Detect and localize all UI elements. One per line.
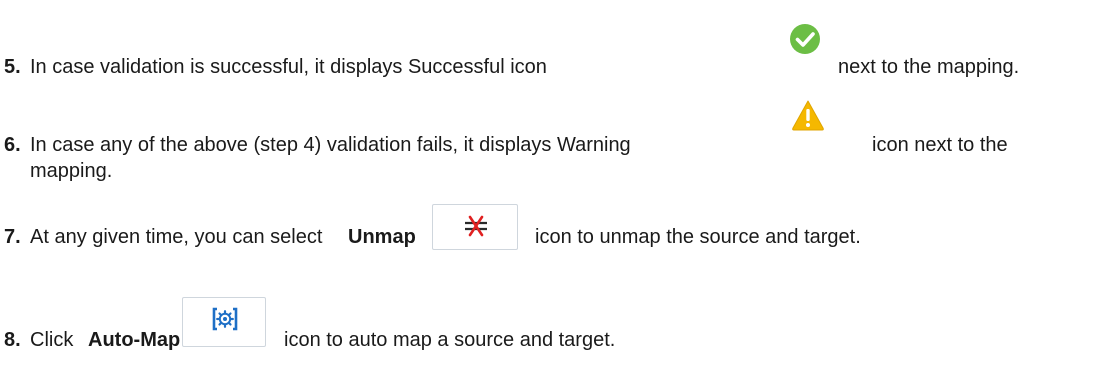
unmap-icon [465,215,487,237]
step-number: 5. [4,56,21,78]
auto-map-button [182,297,266,347]
step-bold-term: Auto-Map [88,329,181,351]
step-number: 8. [4,329,21,351]
warning-triangle-icon [792,100,824,131]
step-number: 7. [4,226,21,248]
step-text-after: icon to unmap the source and target. [535,226,861,248]
step-text: Click [30,329,74,351]
auto-map-icon [212,307,238,331]
step-text: In case any of the above (step 4) valida… [30,134,631,156]
success-check-icon [790,24,820,54]
step-bold-term: Unmap [348,226,416,248]
step-continuation: mapping. [30,160,113,182]
step-text-after: next to the mapping. [838,56,1020,78]
unmap-button [432,204,518,250]
step-number: 6. [4,134,21,156]
step-text-after: icon to auto map a source and target. [284,329,616,351]
step-text: At any given time, you can select [30,226,323,248]
step-text-after: icon next to the [872,134,1008,156]
step-text: In case validation is successful, it dis… [30,56,547,78]
